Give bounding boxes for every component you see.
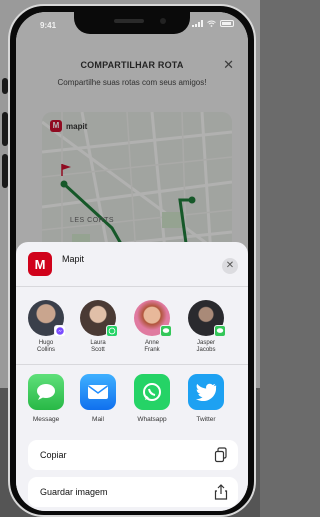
contact-jasper-jacobs[interactable]: Jasper Jacobs [184, 300, 228, 354]
avatar [80, 300, 118, 337]
share-sheet: M Mapit ✕ Hugo Collins Laura Scott Anne … [16, 242, 248, 511]
contact-name: Jasper Jacobs [184, 340, 228, 354]
share-app-twitter[interactable]: Twitter [184, 374, 228, 423]
status-icons [192, 20, 234, 27]
action-label: Copiar [40, 450, 67, 460]
save-image-action[interactable]: Guardar imagem [28, 477, 238, 507]
share-upload-icon [214, 484, 228, 500]
share-apps-row: Message Mail Whatsapp Twitter [16, 374, 248, 430]
contact-last-name: Scott [91, 347, 105, 353]
contact-name: Anne Frank [130, 340, 174, 354]
notch [74, 12, 190, 34]
share-sheet-header: M Mapit ✕ [16, 242, 248, 286]
contact-first-name: Hugo [38, 340, 54, 346]
share-app-message[interactable]: Message [24, 374, 68, 423]
phone-screen: 9:41 COMPARTILHAR ROTA ✕ Compartilhe sua… [16, 12, 248, 511]
messages-icon [214, 325, 226, 337]
signal-icon [192, 20, 203, 27]
close-button[interactable]: ✕ [222, 258, 238, 274]
contacts-divider [16, 364, 248, 365]
copy-action[interactable]: Copiar [28, 440, 238, 470]
mapit-app-icon: M [28, 252, 52, 276]
action-label: Guardar imagem [40, 487, 108, 497]
share-app-mail[interactable]: Mail [76, 374, 120, 423]
contact-first-name: Anne [144, 340, 159, 346]
messages-icon [160, 325, 172, 337]
share-app-whatsapp[interactable]: Whatsapp [130, 374, 174, 423]
contact-first-name: Laura [90, 340, 106, 346]
twitter-bird-icon [188, 374, 224, 410]
header-divider [16, 286, 248, 287]
whatsapp-icon [134, 374, 170, 410]
messenger-icon [54, 325, 66, 337]
front-camera [160, 18, 166, 24]
contact-name: Laura Scott [76, 340, 120, 354]
status-time: 9:41 [40, 21, 57, 30]
battery-icon [220, 20, 234, 27]
avatar [134, 300, 172, 337]
speaker [114, 19, 144, 23]
contact-last-name: Frank [144, 347, 160, 353]
contact-hugo-collins[interactable]: Hugo Collins [24, 300, 68, 354]
avatar [188, 300, 226, 337]
contact-last-name: Collins [36, 347, 55, 353]
wifi-icon [207, 20, 216, 27]
avatar [28, 300, 66, 337]
app-label: Whatsapp [137, 416, 167, 423]
app-label: Mail [92, 416, 104, 423]
contact-suggestions: Hugo Collins Laura Scott Anne Frank Jasp… [16, 300, 248, 360]
action-group-save: Guardar imagem [28, 477, 238, 507]
copy-icon [214, 447, 227, 463]
phone-frame: 9:41 COMPARTILHAR ROTA ✕ Compartilhe sua… [8, 4, 256, 517]
whatsapp-icon [106, 325, 118, 337]
app-icon-glyph: M [34, 256, 46, 272]
envelope-icon [80, 374, 116, 410]
contact-laura-scott[interactable]: Laura Scott [76, 300, 120, 354]
stage: 9:41 COMPARTILHAR ROTA ✕ Compartilhe sua… [0, 0, 260, 517]
app-label: Twitter [196, 416, 216, 423]
message-bubble-icon [28, 374, 64, 410]
contact-name: Hugo Collins [24, 340, 68, 354]
app-label: Message [32, 416, 60, 423]
action-group-copy: Copiar [28, 440, 238, 470]
contact-last-name: Jacobs [196, 347, 216, 353]
contact-first-name: Jasper [196, 340, 215, 346]
contact-anne-frank[interactable]: Anne Frank [130, 300, 174, 354]
shared-app-name: Mapit [62, 254, 85, 264]
